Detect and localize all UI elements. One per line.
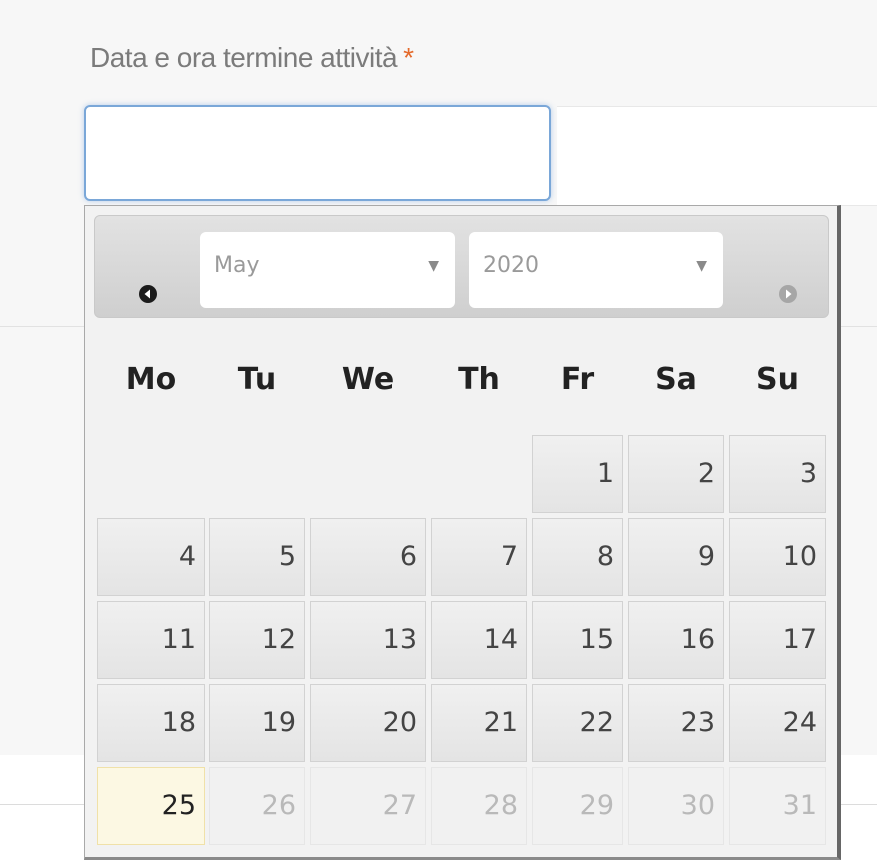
day-cell[interactable]: 2 (628, 435, 724, 513)
day-cell[interactable]: 1 (532, 435, 623, 513)
required-asterisk: * (403, 42, 414, 73)
day-cell: 30 (628, 767, 724, 845)
weekday-label: Su (756, 362, 799, 397)
day-cell[interactable]: 3 (729, 435, 826, 513)
day-cell[interactable]: 22 (532, 684, 623, 762)
day-cell[interactable]: 7 (431, 518, 527, 596)
day-cell[interactable]: 9 (628, 518, 724, 596)
day-cell[interactable]: 10 (729, 518, 826, 596)
day-cell[interactable]: 20 (310, 684, 426, 762)
weekday-label: Th (458, 362, 500, 397)
day-cell-today[interactable]: 25 (97, 767, 205, 845)
day-cell[interactable]: 8 (532, 518, 623, 596)
day-cell[interactable]: 16 (628, 601, 724, 679)
chevron-down-icon: ▼ (428, 258, 439, 274)
datepicker-popup: May ▼ 2020 ▼ Mo Tu We Th Fr Sa Su 1 2 3 4 5 6 7 8 9 10 1… (84, 205, 841, 860)
field-label: Data e ora termine attività * (90, 42, 414, 74)
day-cell[interactable]: 6 (310, 518, 426, 596)
field-label-text: Data e ora termine attività (90, 42, 398, 73)
month-select-value: May (214, 253, 260, 278)
weekday-label: Mo (125, 362, 177, 397)
weekday-label: Fr (560, 362, 595, 397)
day-cell: 29 (532, 767, 623, 845)
day-cell[interactable]: 4 (97, 518, 205, 596)
adjacent-field-area (557, 106, 877, 206)
day-cell: 28 (431, 767, 527, 845)
year-select-value: 2020 (483, 253, 539, 278)
day-cell[interactable]: 11 (97, 601, 205, 679)
day-cell[interactable]: 23 (628, 684, 724, 762)
day-cell[interactable]: 24 (729, 684, 826, 762)
day-cell[interactable]: 14 (431, 601, 527, 679)
datetime-input[interactable] (84, 105, 551, 201)
weekday-label: Sa (655, 362, 697, 397)
day-cell[interactable]: 21 (431, 684, 527, 762)
weekday-label: Tu (237, 362, 277, 397)
day-cell[interactable]: 5 (209, 518, 305, 596)
day-cell: 27 (310, 767, 426, 845)
prev-month-icon[interactable] (139, 285, 157, 303)
year-select[interactable]: 2020 ▼ (469, 232, 723, 308)
day-cell[interactable]: 15 (532, 601, 623, 679)
day-cell[interactable]: 12 (209, 601, 305, 679)
datepicker-header: May ▼ 2020 ▼ (94, 215, 829, 318)
day-cell[interactable]: 19 (209, 684, 305, 762)
day-cell[interactable]: 17 (729, 601, 826, 679)
day-cell: 31 (729, 767, 826, 845)
day-cell: 26 (209, 767, 305, 845)
day-cell[interactable]: 18 (97, 684, 205, 762)
weekday-label: We (341, 362, 395, 397)
next-month-icon[interactable] (779, 285, 797, 303)
day-cell[interactable]: 13 (310, 601, 426, 679)
chevron-down-icon: ▼ (696, 258, 707, 274)
month-select[interactable]: May ▼ (200, 232, 455, 308)
